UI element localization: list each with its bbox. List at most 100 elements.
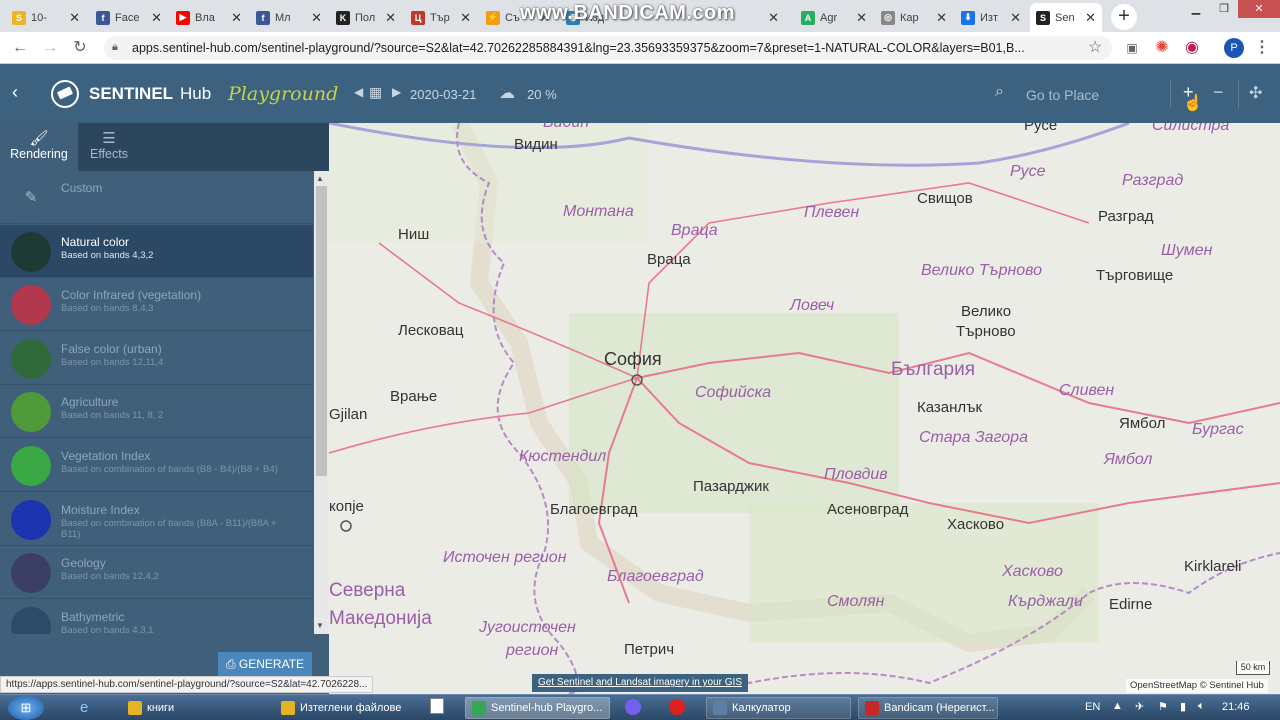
layer-item[interactable]: Natural color Based on bands 4,3,2 [0,224,313,278]
close-tab-icon[interactable]: ✕ [151,10,162,26]
new-tab-button[interactable]: + [1111,4,1137,30]
layer-item[interactable]: ✎ Custom [0,171,313,224]
layer-description: Based on bands 12,4,2 [61,571,159,583]
tray-icon[interactable]: ⚑ [1158,700,1168,713]
taskbar-app-icon [713,701,727,715]
taskbar-item[interactable]: Изтеглени файлове [275,697,415,719]
scrollbar-thumb[interactable] [316,186,327,476]
go-to-place-input[interactable]: Go to Place [1026,87,1099,103]
maximize-button[interactable]: ❐ [1210,0,1238,18]
tab-favicon-icon: f [96,10,110,25]
map-label: Велико Търново [921,262,1043,279]
layer-thumbnail [11,285,51,326]
close-tab-icon[interactable]: ✕ [1010,10,1021,26]
map-label: Русе [1024,123,1058,134]
browser-tab[interactable]: S 10- ✕ [6,3,86,32]
tab-favicon-icon: ⚡ [486,10,500,25]
ie-icon[interactable]: e [80,699,88,716]
zoom-out-icon[interactable]: − [1213,82,1224,103]
gis-link[interactable]: Get Sentinel and Landsat imagery in your… [532,674,749,692]
layer-thumbnail [11,553,51,594]
map-label: Пловдив [824,466,888,483]
extension-record-icon[interactable]: ◉ [1182,38,1202,58]
close-window-button[interactable]: ✕ [1238,0,1280,18]
reload-icon[interactable]: ↻ [70,38,90,58]
calculator-pinned-icon[interactable] [430,698,444,714]
layer-item[interactable]: Color Infrared (vegetation) Based on band… [0,278,313,332]
volume-icon[interactable]: 🔈︎ [1198,700,1205,713]
layer-item[interactable]: Agriculture Based on bands 11, 8, 2 [0,385,313,439]
network-icon[interactable]: ✈ [1135,700,1144,713]
clock[interactable]: 21:46 [1222,701,1250,713]
extension-image-icon[interactable]: ▣ [1122,38,1142,58]
map-label: Видин [543,123,589,132]
browser-tab[interactable]: f Мл ✕ [250,3,328,32]
browser-tab[interactable]: ◎ Кар ✕ [875,3,953,32]
browser-tab[interactable]: Ц Тър ✕ [405,3,477,32]
taskbar-item[interactable]: Sentinel-hub Playgro... [465,697,610,719]
browser-tab[interactable]: K Пол ✕ [330,3,402,32]
map-label: Ниш [398,226,430,243]
close-tab-icon[interactable]: ✕ [1085,10,1096,26]
browser-tab[interactable]: A Agr ✕ [795,3,873,32]
viber-icon[interactable] [625,699,641,715]
map-label: Петрич [624,641,675,658]
bookmark-star-icon[interactable]: ☆ [1085,38,1105,58]
opera-icon[interactable] [669,699,685,715]
browser-tab[interactable]: f Face ✕ [90,3,168,32]
close-tab-icon[interactable]: ✕ [69,10,80,26]
collapse-chevron-icon[interactable]: ‹ [12,82,18,103]
layer-thumbnail [11,338,51,379]
tray-arrow-icon[interactable]: ▲ [1112,700,1123,712]
extension-colorwheel-icon[interactable]: ✺ [1152,38,1172,58]
scroll-up-arrow-icon[interactable]: ▲ [316,174,324,183]
scroll-down-arrow-icon[interactable]: ▼ [316,621,324,630]
close-tab-icon[interactable]: ✕ [768,10,779,26]
forward-arrow-icon[interactable]: → [40,38,60,58]
sentinel-attribution-link[interactable]: © Sentinel Hub [1200,680,1264,691]
back-arrow-icon[interactable]: ← [10,38,30,58]
browser-tab[interactable]: ▶ Вла ✕ [170,3,248,32]
osm-attribution-link[interactable]: OpenStreetMap [1130,680,1197,691]
prev-date-caret-icon[interactable]: ◀ [354,85,363,99]
profile-avatar[interactable]: P [1224,38,1244,58]
tab-rendering[interactable]: 🖌︎ Rendering [0,123,78,171]
cloud-coverage-value[interactable]: 20 % [527,87,557,102]
taskbar-item-label: Калкулатор [732,702,791,714]
tab-favicon-icon: ▶ [176,10,190,25]
menu-dots-icon[interactable]: ⋮ [1252,38,1272,58]
map-label: копје [329,498,364,515]
layer-item[interactable]: Geology Based on bands 12,4,2 [0,546,313,600]
layer-item[interactable]: False color (urban) Based on bands 12,11,… [0,332,313,385]
cloud-icon: ☁ [499,85,515,102]
browser-toolbar: ← → ↻ apps.sentinel-hub.com/sentinel-pla… [0,32,1280,64]
language-indicator[interactable]: EN [1085,701,1100,713]
next-date-caret-icon[interactable]: ▶ [392,85,401,99]
minimize-button[interactable]: ▁ [1182,0,1210,18]
signal-icon[interactable]: ▮ [1180,700,1186,713]
map-view[interactable]: Видин Видин Монтана Враца Враца Плевен Свищов Р… [329,123,1280,694]
close-tab-icon[interactable]: ✕ [311,10,322,26]
browser-tab[interactable]: S Sen ✕ [1030,3,1102,32]
taskbar-item[interactable]: Bandicam (Нерегист... [858,697,998,719]
close-tab-icon[interactable]: ✕ [856,10,867,26]
lock-icon[interactable]: 🔒︎ [112,41,118,54]
satellite-icon[interactable]: ✣ [1249,83,1262,103]
date-field[interactable]: 2020-03-21 [410,87,477,102]
taskbar-item[interactable]: книги [122,697,262,719]
layer-item[interactable]: Bathymetric Based on bands 4,3,1 [0,600,313,634]
tab-effects[interactable]: ☰ Effects [78,123,140,171]
taskbar-item[interactable]: Калкулатор [706,697,851,719]
generate-button[interactable]: ⎙ GENERATE [218,652,312,676]
address-bar[interactable]: apps.sentinel-hub.com/sentinel-playgroun… [104,36,1112,60]
close-tab-icon[interactable]: ✕ [231,10,242,26]
browser-tab[interactable]: ⬇ Изт ✕ [955,3,1027,32]
close-tab-icon[interactable]: ✕ [460,10,471,26]
layer-item[interactable]: Moisture Index Based on combination of ba… [0,493,313,546]
map-label: Силистра [1152,123,1230,134]
close-tab-icon[interactable]: ✕ [936,10,947,26]
start-button[interactable]: ⊞ [8,696,44,720]
close-tab-icon[interactable]: ✕ [385,10,396,26]
layer-item[interactable]: Vegetation Index Based on combination of … [0,439,313,492]
calendar-icon[interactable]: ▦ [369,84,382,101]
